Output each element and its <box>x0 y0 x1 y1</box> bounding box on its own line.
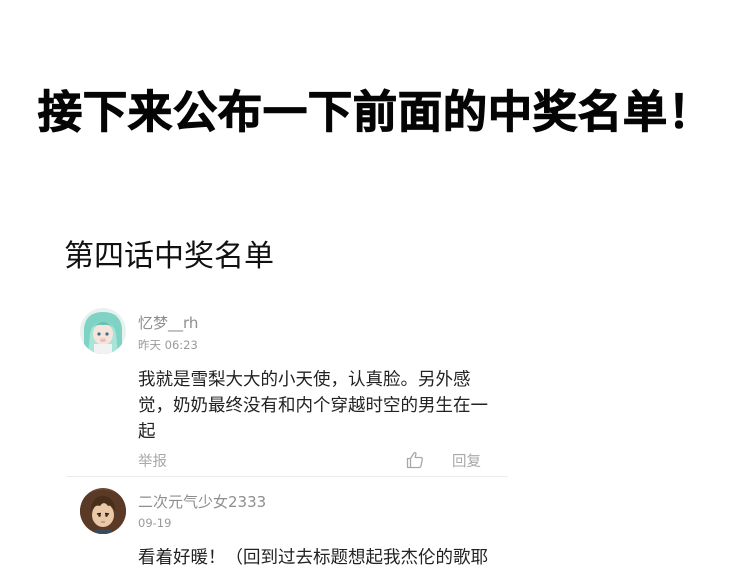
comment-divider <box>66 476 508 477</box>
avatar[interactable] <box>80 488 126 534</box>
comment-timestamp: 昨天 06:23 <box>138 338 198 352</box>
announcement-headline: 接下来公布一下前面的中奖名单！ <box>37 86 713 138</box>
page: 接下来公布一下前面的中奖名单！ 第四话中奖名单 忆梦__rh 昨天 06:23 … <box>0 0 750 586</box>
comment-item: 二次元气少女2333 09-19 看着好暖！（回到过去标题想起我杰伦的歌耶 <box>66 478 508 586</box>
comment-actions: 举报 回复 <box>66 450 508 472</box>
section-title: 第四话中奖名单 <box>64 239 274 274</box>
thumbs-up-icon <box>406 451 423 469</box>
comment-text: 看着好暖！（回到过去标题想起我杰伦的歌耶 <box>138 548 488 568</box>
comment-item: 忆梦__rh 昨天 06:23 我就是雪梨大大的小天使，认真脸。另外感觉，奶奶最… <box>66 300 508 477</box>
username[interactable]: 忆梦__rh <box>138 312 198 333</box>
comment-text: 我就是雪梨大大的小天使，认真脸。另外感觉，奶奶最终没有和内个穿越时空的男生在一起 <box>138 370 488 442</box>
like-button[interactable] <box>405 450 425 470</box>
comment-timestamp: 09-19 <box>138 516 172 530</box>
report-button[interactable]: 举报 <box>138 450 167 471</box>
reply-button[interactable]: 回复 <box>452 450 481 471</box>
username[interactable]: 二次元气少女2333 <box>138 491 266 512</box>
avatar[interactable] <box>80 308 126 354</box>
